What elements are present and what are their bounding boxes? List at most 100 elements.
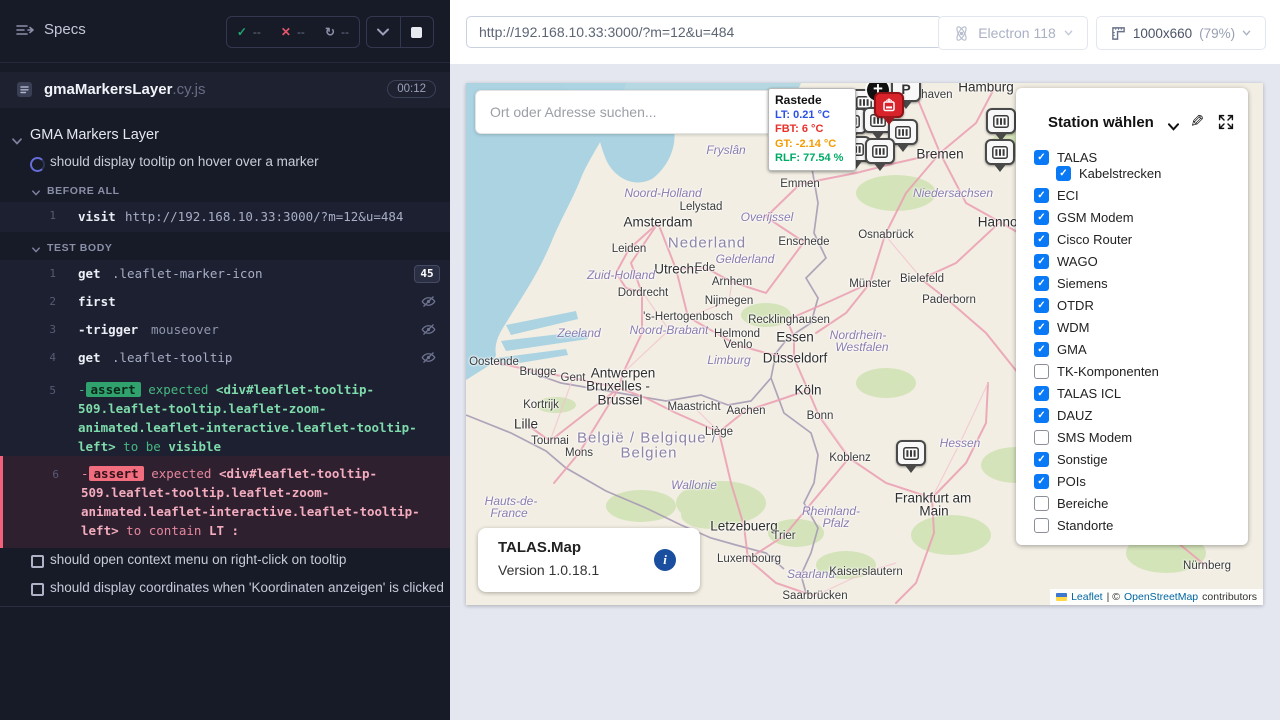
stop-button[interactable] [400, 17, 434, 47]
browser-select[interactable]: Electron 118 [938, 16, 1088, 50]
checkbox[interactable]: ✓ [1034, 320, 1049, 335]
station-row[interactable]: ✓TALAS [1034, 150, 1240, 164]
map-label: Brugge [519, 366, 556, 378]
checkbox[interactable]: ✓ [1034, 474, 1049, 489]
checkbox[interactable]: ✓ [1034, 188, 1049, 203]
info-icon[interactable]: i [654, 549, 676, 571]
map-label: Dordrecht [618, 287, 669, 299]
active-test-row[interactable]: should display tooltip on hover over a m… [0, 152, 450, 178]
station-marker-icon[interactable] [896, 440, 926, 480]
checkbox[interactable]: ✓ [1034, 232, 1049, 247]
specs-title[interactable]: Specs [44, 21, 86, 38]
station-panel-title[interactable]: Station wählen [1048, 114, 1154, 131]
station-row[interactable]: ✓ TALAS ICL [1034, 386, 1240, 400]
checkbox[interactable]: ✓ [1034, 210, 1049, 225]
pending-test-row[interactable]: should open context menu on right-click … [0, 551, 450, 575]
map-label: Nederland [668, 235, 746, 252]
checkbox[interactable] [1034, 518, 1049, 533]
assert-badge: assert [89, 466, 144, 481]
suite-row[interactable]: GMA Markers Layer [0, 125, 450, 149]
station-marker-icon[interactable] [865, 138, 895, 178]
viewport-select[interactable]: 1000x660 (79%) [1096, 16, 1266, 50]
station-marker-icon[interactable] [985, 139, 1015, 179]
map-label: Gent [561, 372, 586, 384]
checkbox[interactable]: ✓ [1034, 276, 1049, 291]
station-row[interactable]: ✓ GSM Modem [1034, 210, 1240, 224]
checkbox[interactable] [1034, 364, 1049, 379]
pending-test-row[interactable]: should display coordinates when 'Koordin… [0, 579, 450, 603]
specs-menu-icon[interactable] [16, 23, 34, 42]
station-row[interactable]: Standorte [1034, 518, 1240, 532]
station-row[interactable]: ✓ OTDR [1034, 298, 1240, 312]
station-row[interactable]: ✓ Sonstige [1034, 452, 1240, 466]
checkbox[interactable]: ✓ [1056, 166, 1071, 181]
station-label: OTDR [1057, 298, 1094, 313]
station-label: Sonstige [1057, 452, 1108, 467]
edit-pencil-icon[interactable]: ✎ [1190, 112, 1204, 132]
station-row[interactable]: ✓WDM [1034, 320, 1240, 334]
map-label: Saarland [787, 567, 835, 581]
spec-duration-badge: 00:12 [387, 80, 436, 98]
station-row[interactable]: Bereiche [1034, 496, 1240, 510]
chevron-down-icon [1064, 30, 1073, 36]
expand-icon[interactable] [1218, 114, 1234, 135]
test-body-header[interactable]: TEST BODY [0, 241, 450, 257]
command-row-get-tooltip[interactable]: 4 get .leaflet-tooltip [0, 344, 450, 372]
alarm-device-marker-icon[interactable] [874, 92, 904, 132]
collapse-all-button[interactable] [367, 17, 400, 47]
chevron-down-icon [32, 244, 40, 256]
tooltip-title: Rastede [775, 93, 849, 108]
map-label: Belgien [620, 445, 677, 462]
command-row-get-marker[interactable]: 1 get .leaflet-marker-icon 45 [0, 260, 450, 288]
checkbox[interactable]: ✓ [1034, 452, 1049, 467]
spec-file-row[interactable]: gmaMarkersLayer.cy.js 00:12 [0, 72, 450, 108]
chevron-down-icon[interactable] [1168, 118, 1179, 136]
checkbox[interactable]: ✓ [1034, 298, 1049, 313]
map-label: France [490, 506, 527, 520]
leaflet-map[interactable]: HamburgBremerhavenBremenNiedersachsenHan… [466, 83, 1263, 605]
map-label: Köln [794, 383, 821, 398]
station-row[interactable]: ✓WAGO [1034, 254, 1240, 268]
chevron-down-icon [12, 132, 22, 150]
command-row-first[interactable]: 2 first [0, 288, 450, 316]
running-spinner-icon [30, 157, 45, 172]
station-row[interactable]: TK-Komponenten [1034, 364, 1240, 378]
map-label: Aachen [726, 405, 765, 417]
osm-link[interactable]: OpenStreetMap [1124, 591, 1198, 603]
checkbox[interactable] [1034, 430, 1049, 445]
checkbox[interactable]: ✓ [1034, 150, 1049, 165]
checkbox[interactable]: ✓ [1034, 342, 1049, 357]
checkbox[interactable] [1034, 496, 1049, 511]
command-row-visit[interactable]: 1 visit http://192.168.10.33:3000/?m=12&… [0, 202, 450, 232]
map-label: Recklinghausen [748, 314, 830, 326]
station-row[interactable]: SMS Modem [1034, 430, 1240, 444]
station-row[interactable]: ✓Siemens [1034, 276, 1240, 290]
assert-message: -assert expected <div#leaflet-tooltip-50… [78, 380, 436, 456]
checkbox[interactable]: ✓ [1034, 386, 1049, 401]
command-row-trigger[interactable]: 3 -trigger mouseover [0, 316, 450, 344]
station-row[interactable]: ✓ECI [1034, 188, 1240, 202]
map-label: Pfalz [823, 516, 850, 530]
checkbox[interactable]: ✓ [1034, 408, 1049, 423]
station-label: TALAS ICL [1057, 386, 1121, 401]
checkbox[interactable]: ✓ [1034, 254, 1049, 269]
about-box: TALAS.Map Version 1.0.18.1 i [478, 528, 700, 592]
assert-message: -assert expected <div#leaflet-tooltip-50… [81, 464, 439, 540]
station-row[interactable]: ✓DAUZ [1034, 408, 1240, 422]
station-row[interactable]: ✓Kabelstrecken [1056, 166, 1240, 180]
assert-row-passed[interactable]: 5 -assert expected <div#leaflet-tooltip-… [0, 372, 450, 464]
viewport-size: 1000x660 [1133, 26, 1192, 41]
station-row[interactable]: ✓GMA [1034, 342, 1240, 356]
before-all-header[interactable]: BEFORE ALL [0, 184, 450, 200]
station-panel-header: Station wählen ✎ [1016, 112, 1248, 136]
station-filter-panel: Station wählen ✎ ✓TALAS ✓Kabelstrecken ✓EC… [1016, 88, 1248, 545]
leaflet-link[interactable]: Leaflet [1071, 591, 1103, 603]
command-message: mouseover [151, 322, 219, 337]
url-input[interactable] [466, 16, 942, 48]
station-label: GSM Modem [1057, 210, 1134, 225]
station-row[interactable]: ✓POIs [1034, 474, 1240, 488]
assert-row-failed[interactable]: 6 -assert expected <div#leaflet-tooltip-… [0, 456, 450, 548]
map-label: Hessen [940, 436, 981, 450]
map-label: Limburg [707, 353, 750, 367]
station-row[interactable]: ✓Cisco Router [1034, 232, 1240, 246]
